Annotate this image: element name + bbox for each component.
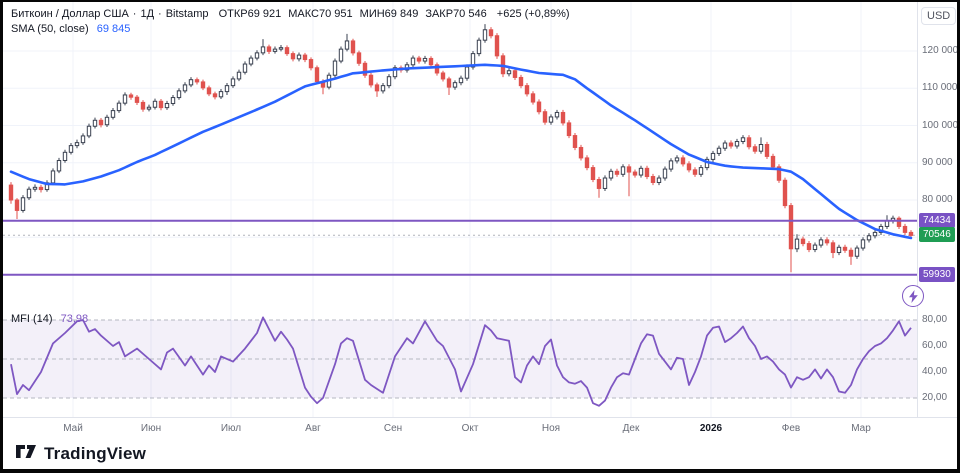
time-axis-label-Сен: Сен [383, 423, 403, 434]
symbol-legend-row: Биткоин / Доллар США · 1Д · Bitstamp ОТКР69 … [11, 7, 570, 22]
tradingview-logo-text[interactable]: TradingView [44, 444, 146, 464]
time-axis-label-Фев: Фев [781, 423, 801, 434]
price-label-74434: 74434 [919, 212, 955, 228]
screenshot-frame: Биткоин / Доллар США · 1Д · Bitstamp ОТКР69 … [0, 0, 960, 473]
time-axis-label-Окт: Окт [461, 423, 479, 434]
mfi-legend[interactable]: MFI (14) 73,98 [11, 313, 88, 325]
mfi-tick-60: 60,00 [922, 340, 948, 351]
ohlc-МАКС: МАКС70 951 [288, 8, 353, 20]
mfi-tick-40: 40,00 [922, 366, 948, 377]
symbol-legend[interactable]: Биткоин / Доллар США · 1Д · Bitstamp ОТКР69 … [11, 7, 570, 37]
time-axis-label-Ноя: Ноя [541, 423, 561, 434]
lightning-icon [908, 289, 918, 303]
mfi-tick-80: 80,00 [922, 314, 948, 325]
sma-legend-row[interactable]: SMA (50, close) 69 845 [11, 22, 570, 37]
ohlc-values: ОТКР69 921 МАКС70 951 МИН69 849 ЗАКР70 546 [219, 8, 494, 20]
sma-value: 69 845 [96, 23, 131, 35]
separator-dot: · [158, 8, 162, 20]
sma-label: SMA (50, close) [11, 23, 89, 35]
price-label-59930: 59930 [919, 266, 955, 282]
symbol-title[interactable]: Биткоин / Доллар США [11, 8, 129, 20]
time-axis-label-Мар: Мар [851, 423, 871, 434]
price-tick-100: 100 000 [922, 119, 957, 131]
time-axis-label-Июл: Июл [220, 423, 242, 434]
mfi-value: 73,98 [60, 313, 89, 325]
time-axis-label-Авг: Авг [305, 423, 321, 434]
price-axis[interactable]: USD 120 000 110 000 100 000 90 000 80 000 80,… [917, 2, 957, 417]
mfi-tick-20: 20,00 [922, 392, 948, 403]
price-tick-90: 90 000 [922, 156, 953, 168]
chart-canvas[interactable] [3, 2, 957, 439]
time-axis-label-Дек: Дек [622, 423, 640, 434]
price-label-70546: 70546 [919, 227, 955, 243]
attribution-footer: TradingView [3, 439, 957, 469]
separator-dot: · [132, 8, 137, 20]
time-axis-label-Июн: Июн [140, 423, 162, 434]
exchange-label[interactable]: Bitstamp [166, 8, 209, 20]
time-axis-label-Май: Май [63, 423, 83, 434]
ohlc-МИН: МИН69 849 [359, 8, 419, 20]
ohlc-ОТКР: ОТКР69 921 [218, 8, 282, 20]
tradingview-logo-icon[interactable] [15, 442, 37, 467]
flash-boost-button[interactable] [902, 285, 924, 307]
time-axis[interactable]: Май Июн Июл Авг Сен Окт Ноя Дек 2026 Фев Мар [3, 417, 957, 439]
change-value: +625 (+0,89%) [496, 8, 570, 20]
chart-surface: Биткоин / Доллар США · 1Д · Bitstamp ОТКР69 … [3, 2, 957, 469]
currency-button[interactable]: USD [921, 7, 957, 25]
mfi-label: MFI (14) [11, 313, 53, 325]
price-tick-80: 80 000 [922, 194, 953, 205]
price-tick-110: 110 000 [922, 82, 957, 94]
time-axis-label-2026: 2026 [699, 423, 723, 434]
interval-label[interactable]: 1Д [140, 8, 154, 20]
ohlc-ЗАКР: ЗАКР70 546 [425, 8, 487, 20]
price-tick-120: 120 000 [922, 45, 957, 56]
